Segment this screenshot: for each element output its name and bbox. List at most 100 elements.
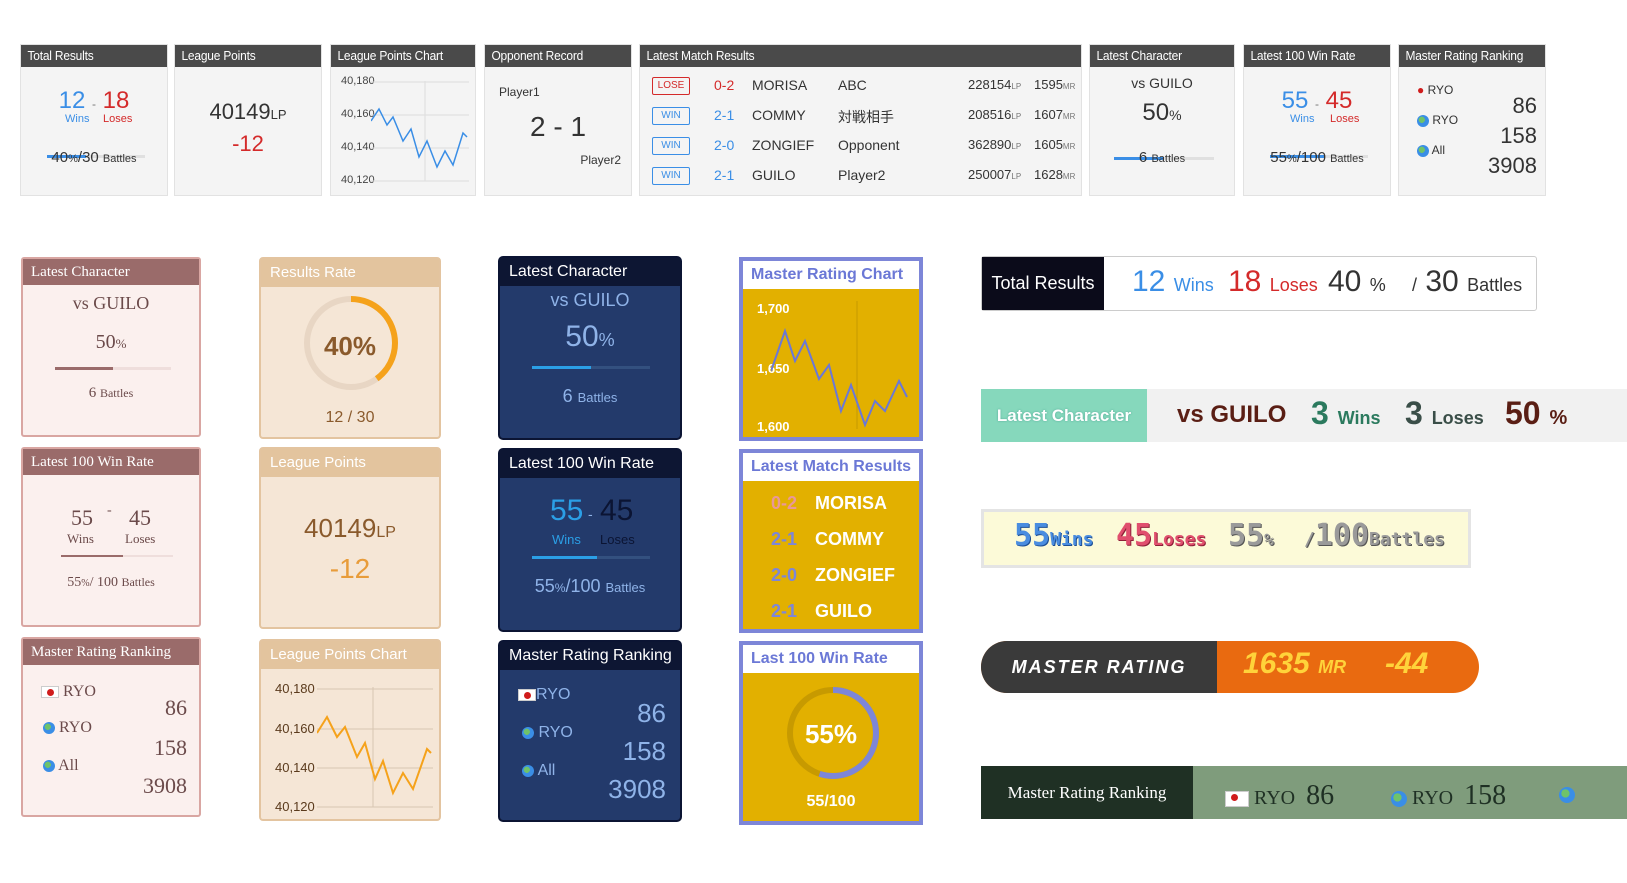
card-header: Latest Character [500,258,680,286]
wins-value: 55 [71,505,93,530]
match-row: WIN 2-0 ZONGIEF Opponent 362890LP 1605MR [640,135,1081,159]
results-fraction: 12 / 30 [325,409,375,426]
lp-line-chart [317,687,433,808]
japan-flag-icon: ● [1417,83,1425,97]
wins-value: 12 Wins [1132,265,1214,298]
tick-label: 40,140 [275,760,315,775]
japan-flag-icon [41,686,59,699]
character-name: GUILO [815,601,872,621]
rate-line: 55%/ 100 Battles [67,575,155,590]
rank-row-world: RYO 158 [1391,780,1506,812]
wins-label: Wins [1290,113,1315,125]
dash: - [588,506,593,522]
result-tag: WIN [652,137,690,155]
rank-row-all: All [43,757,79,775]
card-header: Latest Match Results [640,45,1046,67]
loses-label: Loses [600,532,635,547]
card-header: League Points [261,449,439,477]
rank-row-world: RYO [43,719,92,737]
tick-label: 40,180 [275,681,315,696]
player1-name: Player1 [499,85,540,99]
opponent-record-card: Opponent Record Player1 2 - 1 Player2 [484,44,632,196]
lp-value: 228154LP [968,77,1022,92]
tick-label: 40,120 [275,799,315,814]
character-name: ZONGIEF [752,137,815,153]
mr-value: 1635 MR [1243,647,1347,680]
loses-value: 18 Loses [1228,265,1318,298]
card-header: Last 100 Win Rate [743,645,919,673]
globe-icon [1417,114,1429,127]
banner-label: Total Results [982,257,1104,310]
rank-value: 158 [622,736,666,766]
rank-value: 86 [637,698,666,728]
globe-icon [43,722,55,735]
card-header: League Points Chart [331,45,464,67]
match-score: 2-0 [714,137,735,153]
opponent-name: 対戦相手 [838,109,894,125]
rate-bar [55,367,171,370]
opponent-name: ABC [838,77,867,93]
latest-match-results-card: Latest Match Results LOSE 0-2 MORISA ABC 228… [639,44,1082,196]
tick-label: 40,160 [275,721,315,736]
character-name: MORISA [815,493,887,513]
battles-value: / 30 Battles [1412,265,1523,298]
master-rating-banner: MASTER RATING 1635 MR -44 [981,641,1479,693]
mr-value: 1628MR [1034,167,1076,182]
japan-flag-icon [518,688,536,701]
rate-bar [532,366,650,369]
result-tag: LOSE [652,77,690,95]
loses-value: 45 [129,505,151,530]
rate-value: 40 % [1328,265,1386,298]
rank-value: 3908 [1488,153,1537,178]
win-rate-value: 55% [804,719,858,749]
rate-value: 55% [1228,518,1274,553]
mr-value: 1595MR [1034,77,1076,92]
battles-count: 6 Battles [88,385,134,401]
match-row: 2-0 ZONGIEF [743,561,919,591]
card-header: Master Rating Ranking [23,639,199,665]
pink-latest-character-card: Latest Character vs GUILO 50% 6 Battles [21,257,201,437]
match-score: 2-1 [771,529,798,549]
lp-delta: -12 [329,553,371,584]
wins-value: 55Wins [1014,518,1094,553]
character-rate: 50% [95,331,127,353]
globe-icon [1417,144,1429,157]
card-header: Latest 100 Win Rate [500,450,680,478]
character-rate: 50% [565,320,615,353]
match-score: 2-1 [771,601,798,621]
battles-count: 6 Battles [1138,149,1186,166]
card-header: League Points [175,45,310,67]
battles-count: 6 Battles [562,386,618,406]
rank-row-all: All [1417,143,1445,157]
card-header: Opponent Record [485,45,620,67]
character-name: COMMY [815,529,884,549]
rank-row-all: All [522,762,555,780]
opponent-name: Opponent [838,137,900,153]
tick-label: 40,160 [341,108,375,120]
rank-row-jp: RYO [518,686,570,704]
wins-label: Wins [552,532,581,547]
wins-loses: 55 - 45 [1281,87,1353,114]
match-score: 2-0 [771,565,798,585]
lp-value: 40149LP [209,99,287,124]
card-header: Master Rating Ranking [1399,45,1534,67]
dash: - [107,503,112,518]
match-score: 0-2 [771,493,798,513]
result-tag: WIN [652,107,690,125]
rank-row-world: RYO [522,724,573,742]
vs-character: vs GUILO [550,290,630,310]
pink-win-rate-card: Latest 100 Win Rate 55 - 45 Wins Loses 5… [21,447,201,627]
win-progress-bar [61,555,173,557]
tan-league-points-card: League Points 40149LP -12 [259,447,441,629]
card-header: Master Rating Chart [743,261,919,289]
lp-value: 362890LP [968,137,1022,152]
win-progress-bar [532,556,650,559]
match-row: 0-2 MORISA [743,489,919,519]
character-name: ZONGIEF [815,565,895,585]
loses-value: 3 Loses [1405,395,1484,431]
globe-icon [1391,791,1407,808]
total-results-card: Total Results 12 - 18 Wins Loses 40%/30 … [20,44,168,196]
rate-line: 55%/100 Battles [534,576,646,596]
league-points-card: League Points 40149LP -12 [174,44,322,196]
wins-loses: 12 - 18 [21,87,167,115]
